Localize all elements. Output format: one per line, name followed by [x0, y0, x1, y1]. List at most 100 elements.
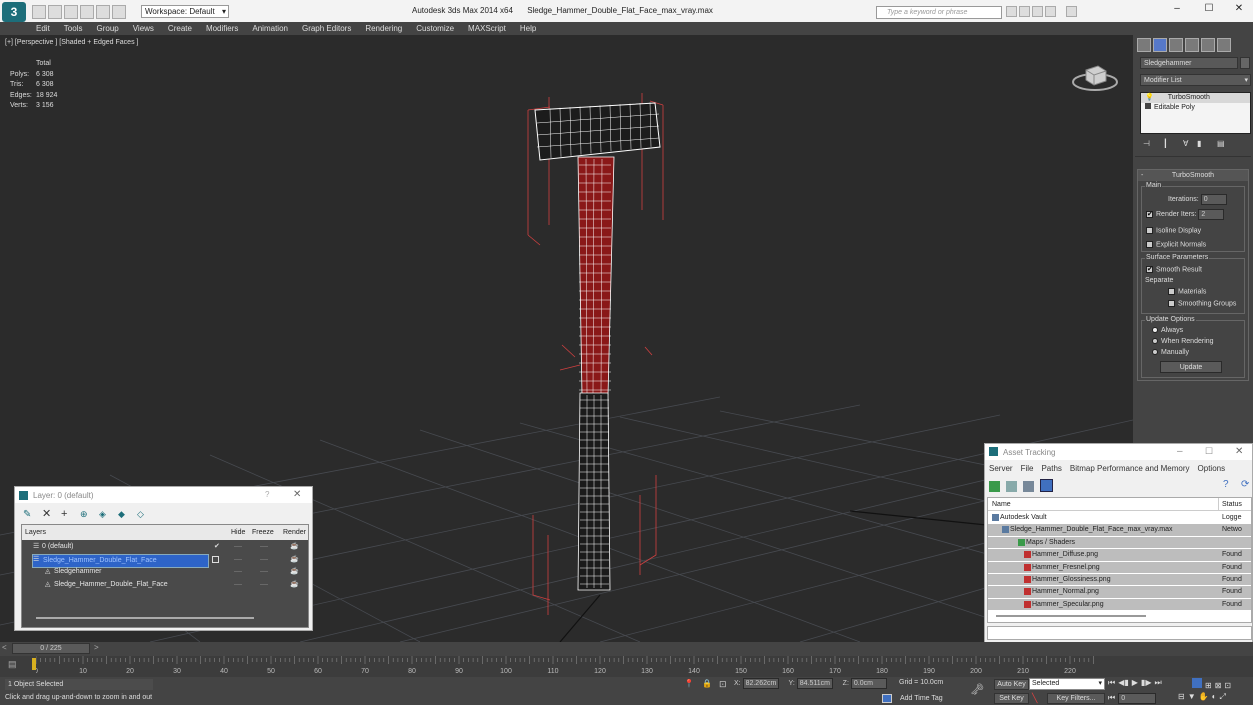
tools-icon[interactable]	[1019, 6, 1030, 17]
vault-icon[interactable]	[989, 481, 1000, 492]
freeze-toggle[interactable]: ----	[260, 579, 268, 591]
key-filters-button[interactable]: Key Filters...	[1047, 693, 1105, 704]
hide-toggle[interactable]: ----	[234, 554, 242, 566]
display-tab-icon[interactable]	[1201, 38, 1215, 52]
modify-tab-icon[interactable]	[1153, 38, 1167, 52]
render-toggle-icon[interactable]: ☕	[290, 579, 299, 591]
explicit-normals-checkbox[interactable]	[1146, 241, 1153, 248]
add-time-tag[interactable]: Add Time Tag	[900, 695, 943, 702]
layer-row[interactable]: Sledge_Hammer_Double_Flat_Face ☰ ---- ---- ☕	[22, 553, 308, 568]
key-set-dropdown[interactable]: Selected ▾	[1029, 678, 1105, 690]
track-bar[interactable]: ▤ 0 10 20 30 40 50 60 70 80 90 100 110 120 130 140 150 1…	[0, 656, 1253, 677]
update-button[interactable]: Update	[1160, 361, 1222, 373]
time-config-icon[interactable]: ⊟	[1178, 692, 1185, 701]
horizontal-scrollbar[interactable]	[36, 617, 254, 619]
render-toggle-icon[interactable]: ☕	[290, 541, 299, 553]
maximize-button[interactable]: ☐	[1205, 446, 1213, 457]
asset-dialog-titlebar[interactable]: Asset Tracking – ☐ ✕	[985, 444, 1252, 460]
fov-icon[interactable]: ▼	[1188, 692, 1196, 701]
asset-row[interactable]: Hammer_Specular.png Found	[988, 598, 1251, 612]
stack-item-turbosmooth[interactable]: 💡 TurboSmooth	[1141, 93, 1250, 103]
help-icon[interactable]	[1066, 6, 1077, 17]
menu-item[interactable]: Modifiers	[206, 22, 238, 35]
help-button[interactable]: ?	[265, 490, 269, 499]
x-field[interactable]: 82.262cm	[742, 678, 779, 689]
freeze-toggle[interactable]: ----	[260, 554, 268, 566]
isolate-icon[interactable]: 📍	[684, 679, 694, 688]
key-mode-icon[interactable]: ⏮	[1108, 693, 1115, 702]
horizontal-scrollbar[interactable]	[996, 615, 1146, 617]
help-icon[interactable]: ?	[1223, 479, 1234, 490]
asset-menu-item[interactable]: Paths	[1041, 464, 1061, 473]
select-objects-icon[interactable]: ◈	[99, 509, 112, 520]
asset-row[interactable]: Maps / Shaders	[988, 536, 1251, 550]
asset-menu-item[interactable]: Server	[989, 464, 1013, 473]
key-icon[interactable]: 🗝	[970, 683, 984, 696]
col-layers[interactable]: Layers	[25, 525, 46, 540]
menu-item[interactable]: Views	[133, 22, 154, 35]
highlight-layer-icon[interactable]: ◆	[118, 509, 131, 520]
add-to-layer-icon[interactable]: ⊕	[80, 509, 93, 520]
create-layer-icon[interactable]: +	[61, 508, 74, 520]
grid-view-icon[interactable]	[1040, 479, 1053, 492]
asset-row[interactable]: Sledge_Hammer_Double_Flat_Face_max_vray.…	[988, 524, 1251, 537]
menu-item[interactable]: Edit	[36, 22, 50, 35]
create-tab-icon[interactable]	[1137, 38, 1151, 52]
zoom-extents-all-icon[interactable]: ⊡	[1224, 681, 1231, 690]
menu-item[interactable]: Create	[168, 22, 192, 35]
asset-row[interactable]: Hammer_Diffuse.png Found	[988, 549, 1251, 562]
maximize-viewport-icon[interactable]: ⤢	[1219, 692, 1225, 701]
modifier-list-dropdown[interactable]: Modifier List ▾	[1140, 74, 1251, 86]
hide-toggle[interactable]: ----	[234, 566, 242, 578]
comm-center-icon[interactable]	[1032, 6, 1043, 17]
undo-icon[interactable]	[80, 5, 94, 19]
configure-sets-icon[interactable]: ▤	[1217, 139, 1227, 149]
iterations-spinner[interactable]: 0	[1200, 194, 1227, 205]
utilities-tab-icon[interactable]	[1217, 38, 1231, 52]
time-slider[interactable]: 0 / 225	[12, 643, 90, 654]
table-icon[interactable]	[1023, 481, 1034, 492]
bulb-icon[interactable]: 💡	[1145, 94, 1154, 101]
prev-key-icon[interactable]: ◀▮	[1118, 678, 1129, 687]
minimize-button[interactable]: –	[1170, 3, 1184, 17]
asset-path-field[interactable]	[987, 626, 1252, 640]
menu-item[interactable]: Tools	[64, 22, 83, 35]
pin-stack-icon[interactable]: ⊣	[1143, 139, 1153, 149]
layer-icon[interactable]: ✎	[23, 509, 36, 520]
save-file-icon[interactable]	[64, 5, 78, 19]
time-tag-icon[interactable]	[882, 694, 892, 703]
new-file-icon[interactable]	[32, 5, 46, 19]
object-color-swatch[interactable]	[1240, 57, 1250, 69]
manually-radio[interactable]	[1152, 349, 1158, 356]
asset-menu-item[interactable]: Bitmap Performance and Memory	[1070, 464, 1190, 473]
set-key-button[interactable]: Set Key	[994, 693, 1029, 704]
menu-item[interactable]: Customize	[416, 22, 454, 35]
star-icon[interactable]	[1045, 6, 1056, 17]
y-field[interactable]: 84.511cm	[796, 678, 833, 689]
app-logo-icon[interactable]: 3	[2, 2, 26, 22]
menu-item[interactable]: MAXScript	[468, 22, 506, 35]
always-radio[interactable]	[1152, 327, 1158, 334]
current-layer-icon[interactable]: ✔	[214, 541, 220, 553]
asset-row[interactable]: Hammer_Normal.png Found	[988, 586, 1251, 599]
list-icon[interactable]	[1006, 481, 1017, 492]
layer-row[interactable]: Sledge_Hammer_Double_Flat_Face ◬ ---- ---- ☕	[22, 579, 308, 592]
auto-key-button[interactable]: Auto Key	[994, 679, 1029, 690]
absolute-mode-icon[interactable]: ⊡	[719, 679, 727, 690]
menu-item[interactable]: Graph Editors	[302, 22, 351, 35]
hide-all-icon[interactable]: ◇	[137, 509, 150, 520]
layer-name[interactable]: Sledgehammer	[44, 566, 101, 578]
go-to-start-icon[interactable]: ⏮	[1108, 678, 1115, 687]
go-to-end-icon[interactable]: ⏭	[1154, 678, 1161, 687]
motion-tab-icon[interactable]	[1185, 38, 1199, 52]
play-icon[interactable]: ▶	[1132, 678, 1138, 687]
col-hide[interactable]: Hide	[231, 525, 245, 540]
lock-icon[interactable]: 🔒	[702, 679, 712, 688]
close-button[interactable]: ✕	[293, 489, 301, 500]
set-key-icon[interactable]: ╲	[1032, 693, 1037, 704]
next-frame-icon[interactable]: >	[94, 643, 99, 652]
remove-modifier-icon[interactable]: ▮	[1197, 139, 1207, 149]
col-freeze[interactable]: Freeze	[252, 525, 274, 540]
menu-item[interactable]: Group	[96, 22, 118, 35]
smooth-result-checkbox[interactable]: ✔	[1146, 266, 1153, 273]
